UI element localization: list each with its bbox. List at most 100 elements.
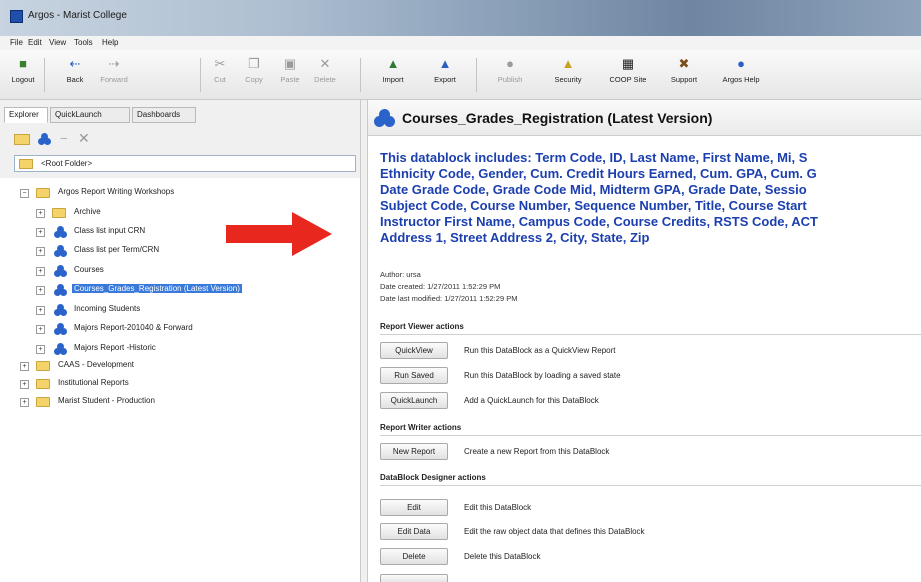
folder-icon (52, 208, 66, 218)
run-saved-button[interactable]: Run Saved (380, 367, 448, 384)
expand-toggle-icon[interactable]: + (20, 398, 29, 407)
tree-item-label: Marist Student - Production (58, 396, 155, 405)
back-button[interactable]: ⇠ Back (60, 56, 90, 84)
collapse-toggle-icon[interactable]: − (20, 189, 29, 198)
expand-toggle-icon[interactable]: + (36, 325, 45, 334)
copy-button[interactable]: ❐ Copy (240, 56, 268, 84)
argos-window: Argos - Marist College File Edit View To… (0, 0, 921, 582)
section-divider (380, 334, 921, 335)
folder-icon (36, 361, 50, 371)
paste-button[interactable]: ▣ Paste (276, 56, 304, 84)
description-line: Instructor First Name, Campus Code, Cour… (380, 214, 818, 229)
folder-icon (36, 188, 50, 198)
menu-tools[interactable]: Tools (74, 38, 93, 47)
report-viewer-heading: Report Viewer actions (380, 322, 464, 331)
expand-toggle-icon[interactable]: + (36, 345, 45, 354)
tab-dashboards[interactable]: Dashboards (132, 107, 196, 123)
expand-toggle-icon[interactable]: + (20, 380, 29, 389)
tree-item-label: Argos Report Writing Workshops (58, 187, 175, 196)
tab-quicklaunch[interactable]: QuickLaunch (50, 107, 130, 123)
panel-splitter[interactable] (360, 100, 368, 582)
explorer-tabs: Explorer QuickLaunch Dashboards (0, 107, 360, 123)
delete-x-icon[interactable]: ✕ (78, 130, 90, 147)
export-button[interactable]: ▲ Export (430, 56, 460, 84)
argos-help-button[interactable]: ● Argos Help (718, 56, 764, 84)
tree-item-label: Majors Report -Historic (74, 343, 156, 352)
description-line: This datablock includes: Term Code, ID, … (380, 150, 808, 165)
edit-data-button[interactable]: Edit Data (380, 523, 448, 540)
collapse-icon[interactable]: − (60, 131, 68, 146)
datablock-description: This datablock includes: Term Code, ID, … (380, 150, 921, 246)
tree-item-label: Archive (74, 207, 101, 216)
expand-toggle-icon[interactable]: + (36, 286, 45, 295)
expand-toggle-icon[interactable]: + (20, 362, 29, 371)
tab-explorer[interactable]: Explorer (4, 107, 48, 123)
datablock-icon (54, 304, 68, 316)
menu-file[interactable]: File (10, 38, 23, 47)
logout-icon: ■ (19, 56, 27, 71)
window-title: Argos - Marist College (28, 10, 127, 21)
root-folder-label: <Root Folder> (41, 159, 93, 168)
delete-button[interactable]: ✕ Delete (310, 56, 340, 84)
panel-title: Courses_Grades_Registration (Latest Vers… (402, 110, 713, 126)
expand-toggle-icon[interactable]: + (36, 247, 45, 256)
edit-button[interactable]: Edit (380, 499, 448, 516)
date-modified-text: Date last modified: 1/27/2011 1:52:29 PM (380, 294, 518, 303)
quickview-button[interactable]: QuickView (380, 342, 448, 359)
paste-icon: ▣ (283, 56, 297, 71)
red-arrow-annotation (226, 212, 332, 258)
expand-toggle-icon[interactable]: + (36, 228, 45, 237)
support-button[interactable]: ✖ Support (664, 56, 704, 84)
new-report-button[interactable]: New Report (380, 443, 448, 460)
tree-item-label: Majors Report-201040 & Forward (74, 323, 193, 332)
publish-icon: ● (506, 56, 514, 71)
title-bar: Argos - Marist College (0, 0, 921, 36)
folder-icon (19, 159, 33, 169)
forward-button[interactable]: ⇢ Forward (96, 56, 132, 84)
toolbar-separator (360, 58, 361, 92)
expand-toggle-icon[interactable]: + (36, 209, 45, 218)
new-report-description: Create a new Report from this DataBlock (464, 447, 610, 456)
delete-datablock-button[interactable]: Delete (380, 548, 448, 565)
expand-toggle-icon[interactable]: + (36, 306, 45, 315)
section-divider (380, 485, 921, 486)
coop-site-button[interactable]: ▦ COOP Site (606, 56, 650, 84)
new-datablock-icon[interactable] (38, 133, 52, 146)
cut-button[interactable]: ✂ Cut (208, 56, 232, 84)
import-button[interactable]: ▲ Import (378, 56, 408, 84)
edit-description: Edit this DataBlock (464, 503, 532, 512)
tools-icon: ✖ (678, 56, 690, 71)
logout-button[interactable]: ■ Logout (8, 56, 38, 84)
root-folder-selector[interactable]: <Root Folder> (14, 155, 356, 172)
folder-icon (36, 397, 50, 407)
tree-item-label: Courses (74, 265, 104, 274)
quickview-description: Run this DataBlock as a QuickView Report (464, 346, 616, 355)
toolbar-separator (44, 58, 45, 92)
partially-visible-button[interactable] (380, 574, 448, 582)
copy-icon: ❐ (248, 56, 260, 71)
datablock-icon (54, 226, 68, 238)
delete-datablock-description: Delete this DataBlock (464, 552, 541, 561)
menu-bar: File Edit View Tools Help (0, 36, 921, 50)
datablock-icon (54, 323, 68, 335)
report-writer-heading: Report Writer actions (380, 423, 462, 432)
section-divider (380, 435, 921, 436)
tree-item-label: CAAS - Development (58, 360, 135, 369)
tree-item-label: Institutional Reports (58, 378, 129, 387)
help-icon: ● (737, 56, 745, 71)
menu-help[interactable]: Help (102, 38, 118, 47)
new-folder-icon[interactable] (14, 134, 30, 145)
quicklaunch-button[interactable]: QuickLaunch (380, 392, 448, 409)
tree-item-label: Class list per Term/CRN (74, 245, 160, 254)
argos-app-icon (10, 10, 23, 23)
panel-header: Courses_Grades_Registration (Latest Vers… (368, 100, 921, 136)
menu-edit[interactable]: Edit (28, 38, 42, 47)
publish-button[interactable]: ● Publish (494, 56, 526, 84)
expand-toggle-icon[interactable]: + (36, 267, 45, 276)
security-button[interactable]: ▲ Security (550, 56, 586, 84)
datablock-panel: Courses_Grades_Registration (Latest Vers… (368, 100, 921, 582)
qr-code-icon: ▦ (621, 56, 635, 71)
menu-view[interactable]: View (49, 38, 66, 47)
toolbar-separator (200, 58, 201, 92)
datablock-icon (54, 343, 68, 355)
